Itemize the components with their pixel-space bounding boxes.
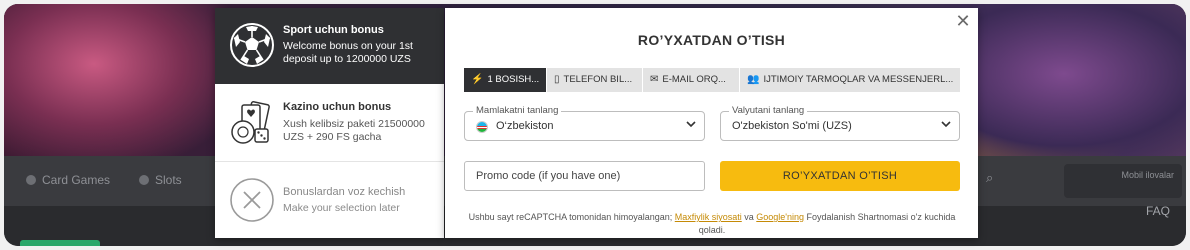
users-icon: 👥 bbox=[747, 74, 760, 85]
cards-icon bbox=[26, 175, 36, 185]
bonus-option-decline[interactable]: Bonuslardan voz kechish Make your select… bbox=[215, 162, 444, 238]
tab-phone[interactable]: ▯ TELEFON BIL... bbox=[547, 68, 642, 92]
currency-value: O'zbekiston So'mi (UZS) bbox=[732, 120, 852, 132]
register-button[interactable]: RO’YXATDAN O’TISH bbox=[720, 161, 960, 191]
bonus-description: Welcome bonus on your 1st deposit up to … bbox=[283, 40, 413, 65]
country-value: O‘zbekiston bbox=[496, 120, 554, 132]
currency-select[interactable]: Valyutani tanlang O'zbekiston So'mi (UZS… bbox=[720, 105, 960, 141]
bonus-option-casino[interactable]: Kazino uchun bonus Xush kelibsiz paketi … bbox=[215, 84, 444, 162]
casino-cards-dice-icon bbox=[231, 101, 270, 144]
bonus-selection-panel: Sport uchun bonus Welcome bonus on your … bbox=[215, 8, 444, 238]
phone-icon: ▯ bbox=[554, 74, 560, 85]
bonus-option-sport[interactable]: Sport uchun bonus Welcome bonus on your … bbox=[215, 8, 444, 84]
chevron-down-icon bbox=[686, 121, 696, 128]
registration-method-tabs: ⚡ 1 BOSISH... ▯ TELEFON BIL... ✉ E-MAIL ORQ… bbox=[464, 68, 960, 92]
bonus-description: Make your selection later bbox=[283, 202, 400, 214]
nav-item-card-games[interactable]: Card Games bbox=[26, 173, 110, 187]
recaptcha-notice: Ushbu sayt reCAPTCHA tomonidan himoyalan… bbox=[468, 212, 956, 235]
envelope-icon: ✉ bbox=[650, 74, 659, 85]
modal-title: RO’YXATDAN O’TISH bbox=[637, 32, 786, 48]
country-select[interactable]: Mamlakatni tanlang O‘zbekiston bbox=[464, 105, 705, 141]
registration-modal: ✕ RO’YXATDAN O’TISH ⚡ 1 BOSISH... ▯ TELEFO… bbox=[445, 8, 978, 238]
bonus-title: Kazino uchun bonus bbox=[283, 101, 392, 113]
soccer-ball-icon bbox=[230, 23, 274, 67]
mobile-apps-link[interactable]: Mobil ilovalar bbox=[1064, 164, 1182, 198]
bonus-description: Xush kelibsiz paketi 21500000 UZS + 290 … bbox=[283, 118, 425, 143]
lightning-icon: ⚡ bbox=[471, 74, 484, 85]
cancel-x-icon bbox=[230, 178, 274, 222]
country-label: Mamlakatni tanlang bbox=[473, 105, 562, 116]
faq-link[interactable]: FAQ bbox=[1044, 204, 1186, 226]
search-icon[interactable]: ⌕ bbox=[986, 170, 1000, 185]
promo-code-input[interactable]: Promo code (if you have one) bbox=[464, 161, 705, 191]
currency-label: Valyutani tanlang bbox=[729, 105, 808, 116]
tab-email[interactable]: ✉ E-MAIL ORQ... bbox=[643, 68, 739, 92]
google-terms-link[interactable]: Google'ning bbox=[756, 212, 804, 222]
nav-item-slots[interactable]: Slots bbox=[139, 173, 182, 187]
green-tab-marker bbox=[20, 240, 100, 246]
chevron-down-icon bbox=[941, 121, 951, 128]
tab-social[interactable]: 👥 IJTIMOIY TARMOQLAR VA MESSENJERL... bbox=[740, 68, 960, 92]
bonus-title: Bonuslardan voz kechish bbox=[283, 186, 406, 198]
tab-one-click[interactable]: ⚡ 1 BOSISH... bbox=[464, 68, 546, 92]
bonus-title: Sport uchun bonus bbox=[283, 24, 384, 36]
close-icon[interactable]: ✕ bbox=[954, 12, 972, 30]
privacy-policy-link[interactable]: Maxfiylik siyosati bbox=[675, 212, 742, 222]
uzbekistan-flag-icon bbox=[476, 121, 488, 133]
slots-icon bbox=[139, 175, 149, 185]
